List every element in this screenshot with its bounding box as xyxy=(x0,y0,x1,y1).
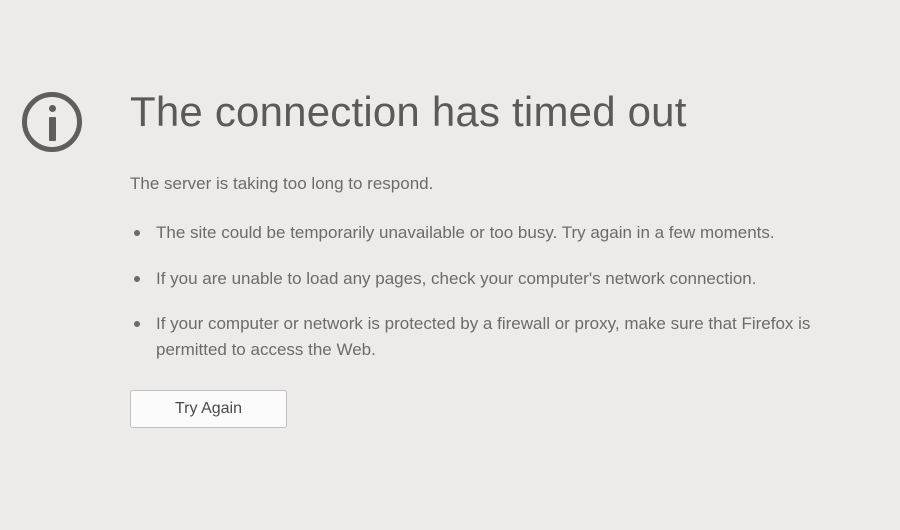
icon-column xyxy=(22,88,114,428)
error-title: The connection has timed out xyxy=(130,88,870,136)
info-icon xyxy=(22,92,82,152)
content-column: The connection has timed out The server … xyxy=(114,88,870,428)
list-item: The site could be temporarily unavailabl… xyxy=(134,220,870,246)
list-item: If your computer or network is protected… xyxy=(134,311,870,362)
error-page-container: The connection has timed out The server … xyxy=(0,0,900,428)
list-item: If you are unable to load any pages, che… xyxy=(134,266,870,292)
try-again-button[interactable]: Try Again xyxy=(130,390,287,428)
error-suggestions-list: The site could be temporarily unavailabl… xyxy=(130,220,870,362)
error-subtitle: The server is taking too long to respond… xyxy=(130,174,870,194)
